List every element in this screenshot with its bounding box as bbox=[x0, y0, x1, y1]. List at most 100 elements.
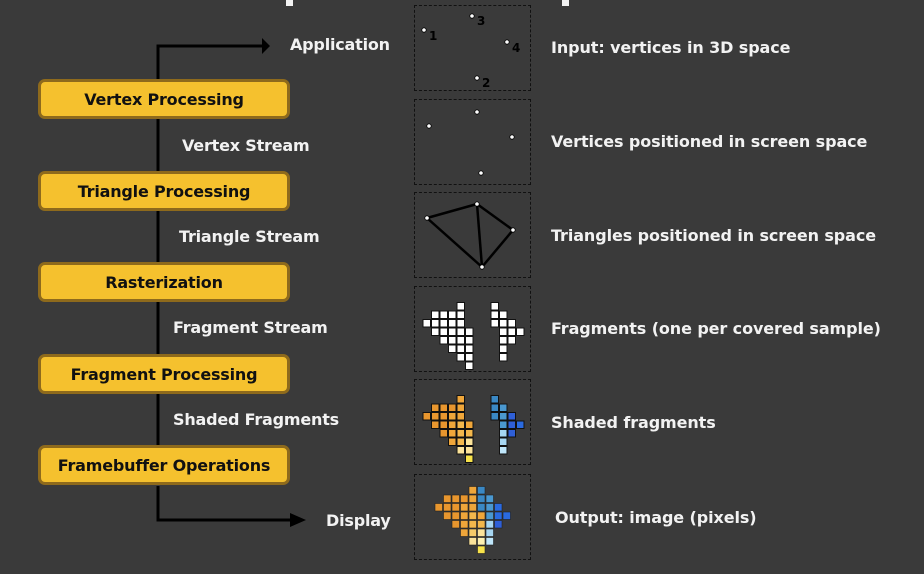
fragment-pixel bbox=[439, 319, 448, 328]
stream-shaded-fragments: Shaded Fragments bbox=[173, 410, 339, 429]
stage-rasterization: Rasterization bbox=[38, 262, 290, 302]
fragment-pixel bbox=[499, 437, 508, 446]
vertex-point bbox=[504, 39, 510, 45]
fragment-pixel bbox=[490, 310, 499, 319]
fragment-pixel bbox=[456, 437, 465, 446]
fragment-pixel bbox=[499, 336, 508, 345]
fragment-pixel bbox=[448, 327, 457, 336]
output-pixel bbox=[451, 503, 460, 512]
output-pixel bbox=[485, 528, 494, 537]
output-pixel bbox=[485, 494, 494, 503]
fragment-pixel bbox=[456, 353, 465, 362]
output-pixel bbox=[468, 528, 477, 537]
output-arrow-head bbox=[290, 513, 306, 527]
fragment-pixel bbox=[456, 446, 465, 455]
vertex-point bbox=[469, 13, 475, 19]
output-pixel bbox=[468, 511, 477, 520]
display-label: Display bbox=[326, 511, 391, 530]
output-pixel bbox=[494, 511, 503, 520]
output-pixel bbox=[477, 528, 486, 537]
output-pixel bbox=[468, 486, 477, 495]
panel-triangles bbox=[414, 192, 531, 278]
fragment-pixel bbox=[465, 361, 474, 370]
triangle-edges bbox=[426, 202, 514, 268]
fragment-pixel bbox=[499, 319, 508, 328]
description-input: Input: vertices in 3D space bbox=[551, 38, 791, 57]
output-pixel bbox=[485, 503, 494, 512]
fragment-pixel bbox=[456, 310, 465, 319]
stream-vertex: Vertex Stream bbox=[182, 136, 310, 155]
fragment-pixel bbox=[499, 353, 508, 362]
fragment-pixel bbox=[507, 429, 516, 438]
fragment-pixel bbox=[456, 412, 465, 421]
fragment-pixel bbox=[448, 336, 457, 345]
output-pixel bbox=[485, 520, 494, 529]
fragment-pixel bbox=[456, 344, 465, 353]
output-pixel bbox=[494, 520, 503, 529]
fragment-pixel bbox=[448, 429, 457, 438]
fragment-pixel bbox=[499, 429, 508, 438]
output-pixel bbox=[468, 503, 477, 512]
fragment-pixel bbox=[448, 403, 457, 412]
fragment-pixel bbox=[456, 327, 465, 336]
fragment-pixel bbox=[439, 429, 448, 438]
fragment-pixel bbox=[431, 310, 440, 319]
output-pixel bbox=[451, 520, 460, 529]
output-pixel bbox=[477, 494, 486, 503]
fragment-pixel bbox=[507, 420, 516, 429]
fragment-pixel bbox=[456, 302, 465, 311]
output-pixel bbox=[485, 511, 494, 520]
fragment-pixel bbox=[456, 319, 465, 328]
vertex-label: 1 bbox=[429, 29, 437, 43]
fragment-pixel bbox=[499, 403, 508, 412]
output-pixel bbox=[451, 511, 460, 520]
fragment-pixel bbox=[507, 319, 516, 328]
fragment-pixel bbox=[448, 344, 457, 353]
output-pixel bbox=[477, 520, 486, 529]
vertex-point bbox=[474, 109, 480, 115]
vertex-point bbox=[424, 215, 430, 221]
fragment-pixel bbox=[499, 344, 508, 353]
vertex-point bbox=[479, 264, 485, 270]
stage-vertex-processing: Vertex Processing bbox=[38, 79, 290, 119]
vertex-point bbox=[474, 201, 480, 207]
fragment-pixel bbox=[448, 310, 457, 319]
output-pixel bbox=[477, 503, 486, 512]
panel-input-vertices: 1 2 3 4 bbox=[414, 5, 531, 91]
output-pixel bbox=[477, 537, 486, 546]
output-pixel bbox=[477, 511, 486, 520]
output-pixel bbox=[477, 545, 486, 554]
description-triangles: Triangles positioned in screen space bbox=[551, 226, 876, 245]
fragment-pixel bbox=[499, 420, 508, 429]
panel-shaded-fragments bbox=[414, 379, 531, 465]
description-shaded-fragments: Shaded fragments bbox=[551, 413, 716, 432]
output-connector bbox=[156, 486, 292, 522]
fragment-pixel bbox=[439, 327, 448, 336]
fragment-pixel bbox=[490, 395, 499, 404]
vertex-point bbox=[510, 227, 516, 233]
vertex-point bbox=[478, 170, 484, 176]
panel-fragments bbox=[414, 286, 531, 372]
fragment-pixel bbox=[456, 429, 465, 438]
fragment-pixel bbox=[490, 302, 499, 311]
fragment-pixel bbox=[490, 403, 499, 412]
output-pixel bbox=[460, 503, 469, 512]
output-pixel bbox=[443, 503, 452, 512]
fragment-pixel bbox=[490, 412, 499, 421]
fragment-pixel bbox=[507, 327, 516, 336]
fragment-pixel bbox=[499, 327, 508, 336]
fragment-pixel bbox=[465, 429, 474, 438]
fragment-pixel bbox=[431, 327, 440, 336]
fragment-pixel bbox=[431, 403, 440, 412]
output-pixel bbox=[460, 511, 469, 520]
fragment-pixel bbox=[456, 403, 465, 412]
fragment-pixel bbox=[439, 420, 448, 429]
fragment-pixel bbox=[439, 310, 448, 319]
stage-triangle-processing: Triangle Processing bbox=[38, 171, 290, 211]
panel-output-image bbox=[414, 474, 531, 560]
fragment-pixel bbox=[448, 437, 457, 446]
fragment-pixel bbox=[499, 446, 508, 455]
vertex-label: 3 bbox=[477, 14, 485, 28]
fragment-pixel bbox=[516, 420, 525, 429]
fragment-pixel bbox=[439, 403, 448, 412]
